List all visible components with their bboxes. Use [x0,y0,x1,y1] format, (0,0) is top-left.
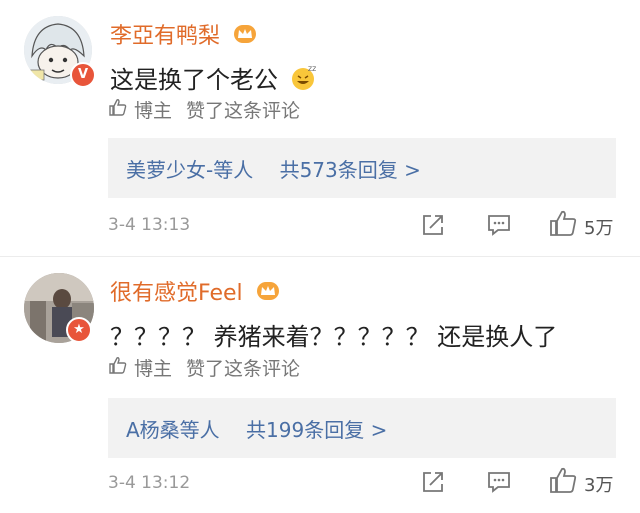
share-icon[interactable] [420,469,446,499]
comment-text: 这是换了个老公 ZZ [110,60,316,97]
author-liked: 博主 赞了这条评论 [108,96,300,123]
comment-icon[interactable] [486,212,512,242]
reply-count-link[interactable]: 共199条回复 > [246,418,387,442]
username[interactable]: 很有感觉Feel [110,275,280,307]
reply-names[interactable]: 美萝少女-等人 [126,158,253,182]
thumbs-up-icon [108,355,128,380]
like-count: 3万 [584,475,614,496]
comment-item: ★ 很有感觉Feel ？？？？ 养猪来着？？？？？ 还是换人了 博主 赞了这条评… [0,256,640,513]
share-icon[interactable] [420,212,446,242]
laugh-emoji-icon: ZZ [290,65,316,97]
like-icon[interactable] [548,465,578,499]
thumbs-up-icon [108,97,128,122]
crown-icon [256,281,280,307]
like-icon[interactable] [548,208,578,242]
comment-text: ？？？？ 养猪来着？？？？？ 还是换人了 [110,323,558,351]
replies-preview[interactable]: 美萝少女-等人 共573条回复 > [108,138,616,198]
comment-icon[interactable] [486,469,512,499]
replies-preview[interactable]: A杨桑等人 共199条回复 > [108,398,616,458]
reply-names[interactable]: A杨桑等人 [126,418,220,442]
comment-item: V 李亞有鸭梨 这是换了个老公 ZZ 博主 赞了这条评论 美萝少女-等人 共57… [0,0,640,256]
timestamp: 3-4 13:12 [108,473,191,493]
timestamp: 3-4 13:13 [108,215,191,235]
reply-count-link[interactable]: 共573条回复 > [280,158,421,182]
verified-badge-icon: V [70,62,96,88]
author-liked: 博主 赞了这条评论 [108,354,300,381]
verified-badge-icon: ★ [66,317,92,343]
like-count: 5万 [584,218,614,239]
svg-text:ZZ: ZZ [308,66,316,73]
username[interactable]: 李亞有鸭梨 [110,18,257,50]
crown-icon [233,24,257,50]
